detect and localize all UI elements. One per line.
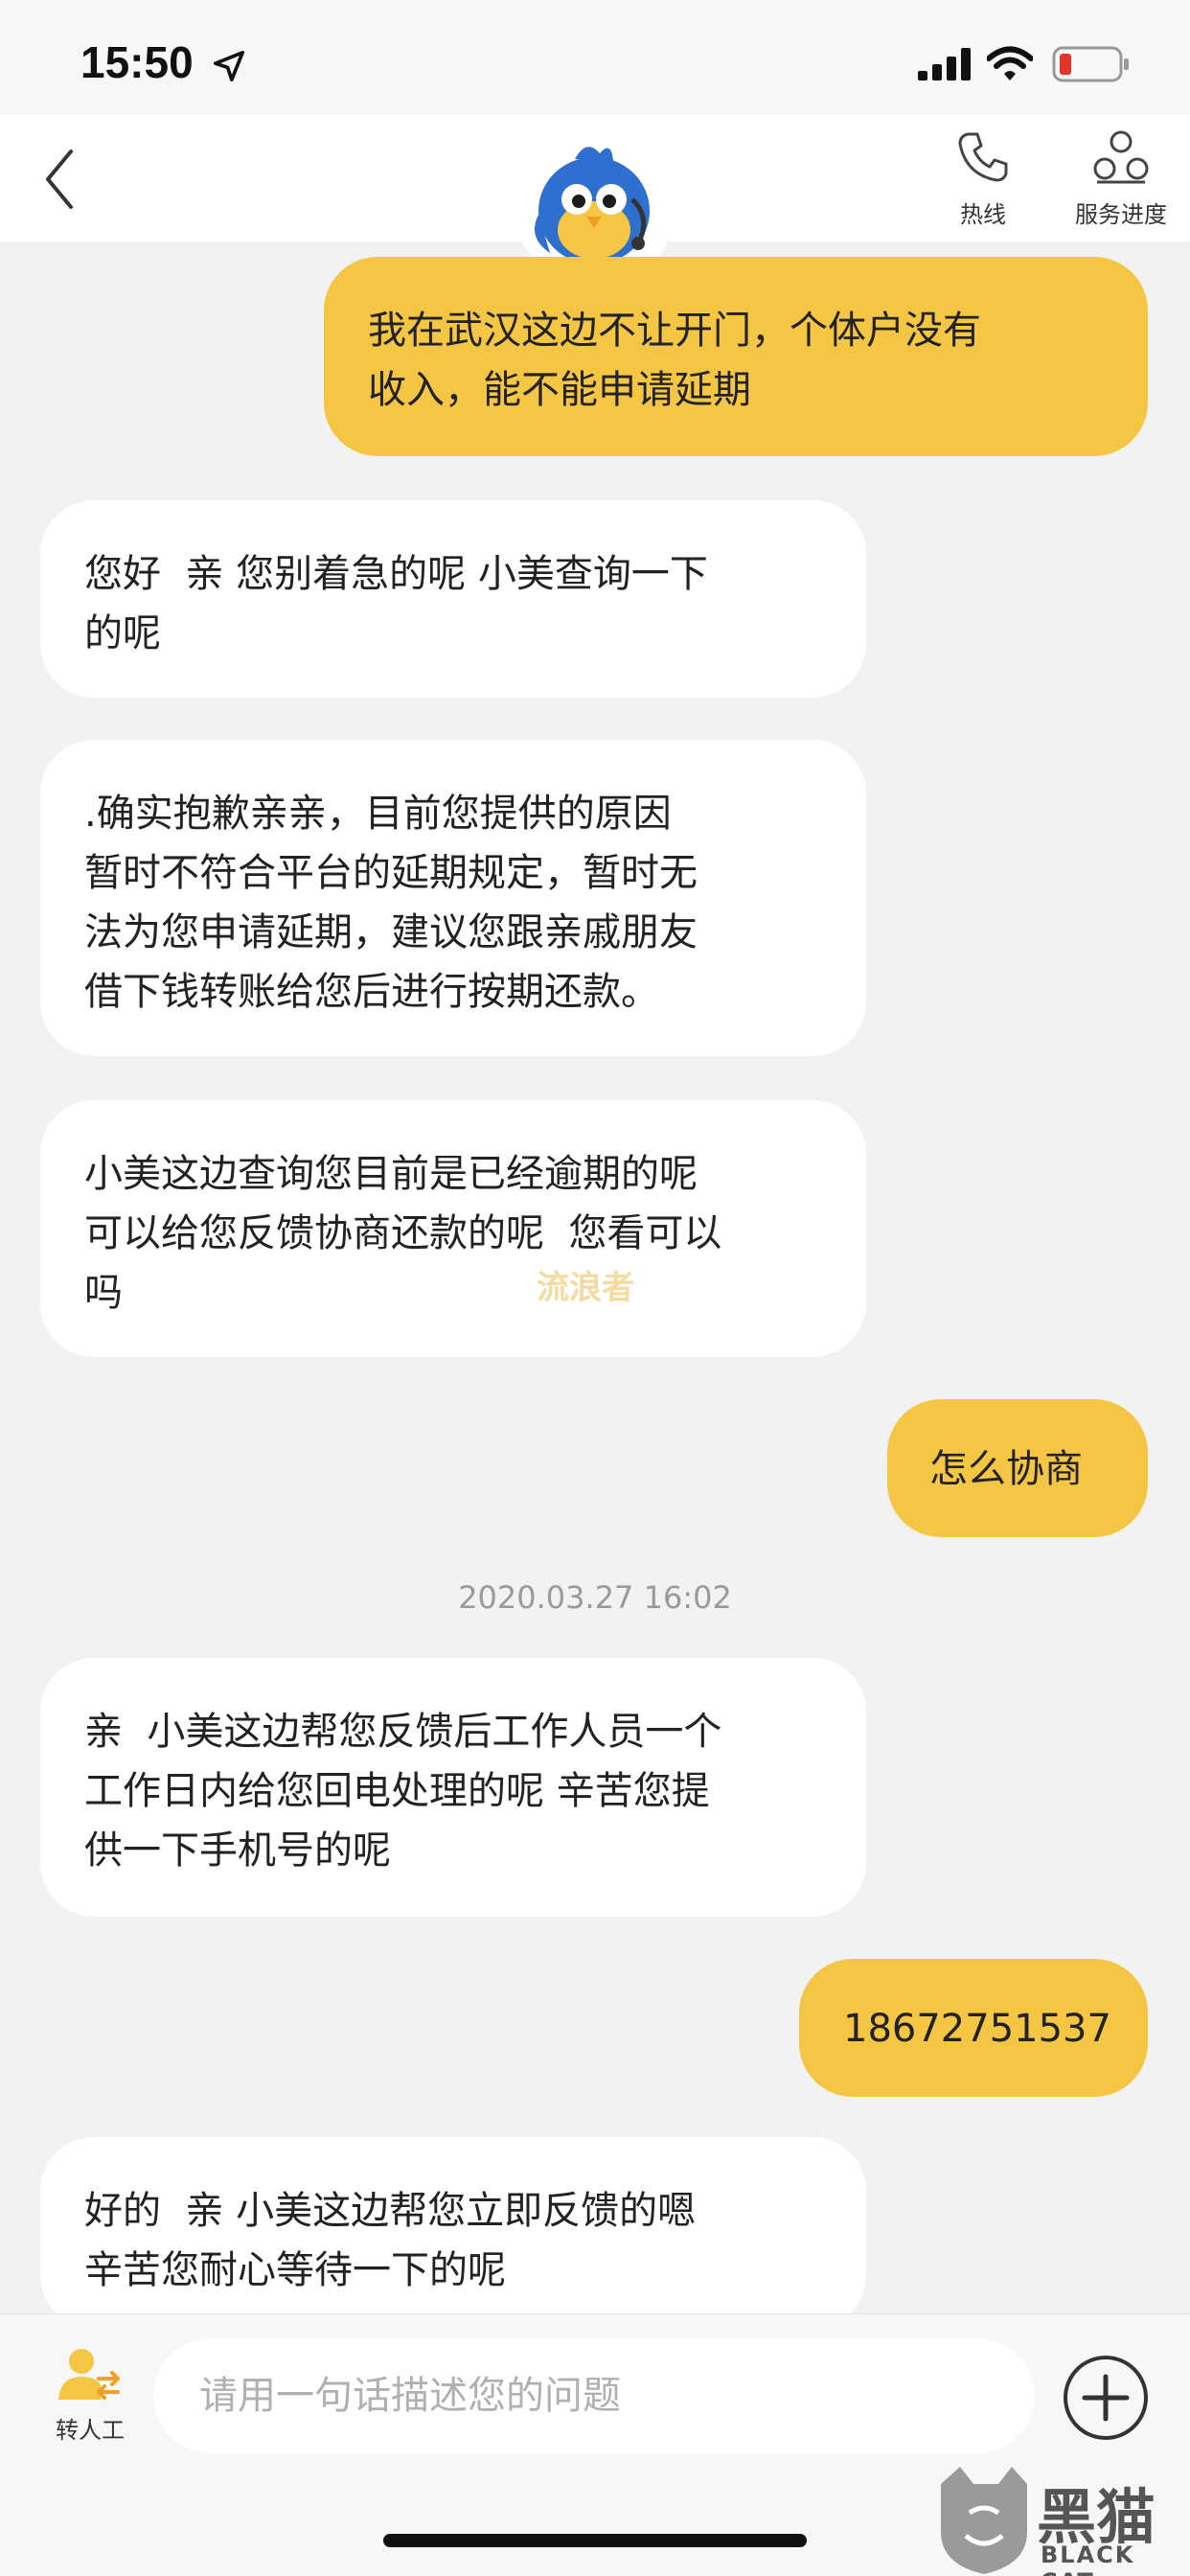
message-timestamp: 2020.03.27 16:02 — [458, 1579, 732, 1616]
message-text: .确实抱歉亲亲，目前您提供的原因 暂时不符合平台的延期规定，暂时无 法为您申请延… — [84, 792, 698, 1014]
service-progress-button[interactable]: 服务进度 — [1062, 128, 1180, 234]
message-text: 我在武汉这边不让开门，个体户没有 收入，能不能申请延期 — [368, 309, 981, 412]
message-text: 怎么协商 — [929, 1447, 1083, 1491]
plus-circle-icon[interactable] — [1062, 2354, 1150, 2442]
message-text: 18672751537 — [843, 2007, 1111, 2051]
message-text: 好的 亲 小美这边帮您立即反馈的嗯 辛苦您耐心等待一下的呢 — [84, 2189, 697, 2292]
message-bubble-outgoing: 怎么协商 — [887, 1399, 1148, 1537]
message-text: 您好 亲 您别着急的呢 小美查询一下 的呢 — [84, 552, 708, 656]
watermark-text: 流浪者 — [537, 1269, 634, 1307]
cellular-signal-icon — [918, 48, 971, 80]
message-bubble-incoming: .确实抱歉亲亲，目前您提供的原因 暂时不符合平台的延期规定，暂时无 法为您申请延… — [40, 740, 866, 1056]
status-time: 15:50 — [80, 37, 194, 87]
message-bubble-incoming: 小美这边查询您目前是已经逾期的呢 可以给您反馈协商还款的呢 您看可以 吗 — [40, 1100, 866, 1357]
wifi-icon — [987, 46, 1033, 80]
home-indicator[interactable] — [383, 2534, 807, 2547]
status-bar: 15:50 — [0, 0, 1190, 115]
transfer-to-agent-label: 转人工 — [56, 2417, 125, 2444]
back-chevron-icon[interactable] — [40, 146, 79, 213]
message-bubble-incoming: 亲 小美这边帮您反馈后工作人员一个 工作日内给您回电处理的呢 辛苦您提 供一下手… — [40, 1658, 866, 1917]
service-progress-label: 服务进度 — [1075, 201, 1167, 228]
message-bubble-outgoing: 18672751537 — [799, 1959, 1148, 2097]
message-bubble-incoming: 好的 亲 小美这边帮您立即反馈的嗯 辛苦您耐心等待一下的呢 — [40, 2137, 866, 2329]
message-input[interactable] — [153, 2338, 1035, 2453]
message-bubble-incoming: 您好 亲 您别着急的呢 小美查询一下 的呢 — [40, 500, 866, 698]
logo-subtext: BLACK CAT — [1041, 2542, 1135, 2576]
message-text: 亲 小美这边帮您反馈后工作人员一个 工作日内给您回电处理的呢 辛苦您提 供一下手… — [84, 1710, 722, 1873]
location-arrow-icon — [213, 50, 245, 82]
agent-person-icon — [58, 2349, 120, 2400]
battery-low-icon — [1052, 46, 1129, 82]
bird-mascot-avatar — [535, 147, 650, 264]
message-bubble-outgoing: 我在武汉这边不让开门，个体户没有 收入，能不能申请延期 — [324, 257, 1148, 456]
hotline-label: 热线 — [960, 201, 1006, 228]
hotline-button[interactable]: 热线 — [949, 128, 1018, 234]
transfer-to-agent-button[interactable]: 转人工 — [40, 2346, 140, 2451]
service-progress-icon — [1093, 130, 1149, 184]
message-text: 小美这边查询您目前是已经逾期的呢 可以给您反馈协商还款的呢 您看可以 吗 — [84, 1152, 722, 1315]
phone-icon — [958, 132, 1008, 182]
